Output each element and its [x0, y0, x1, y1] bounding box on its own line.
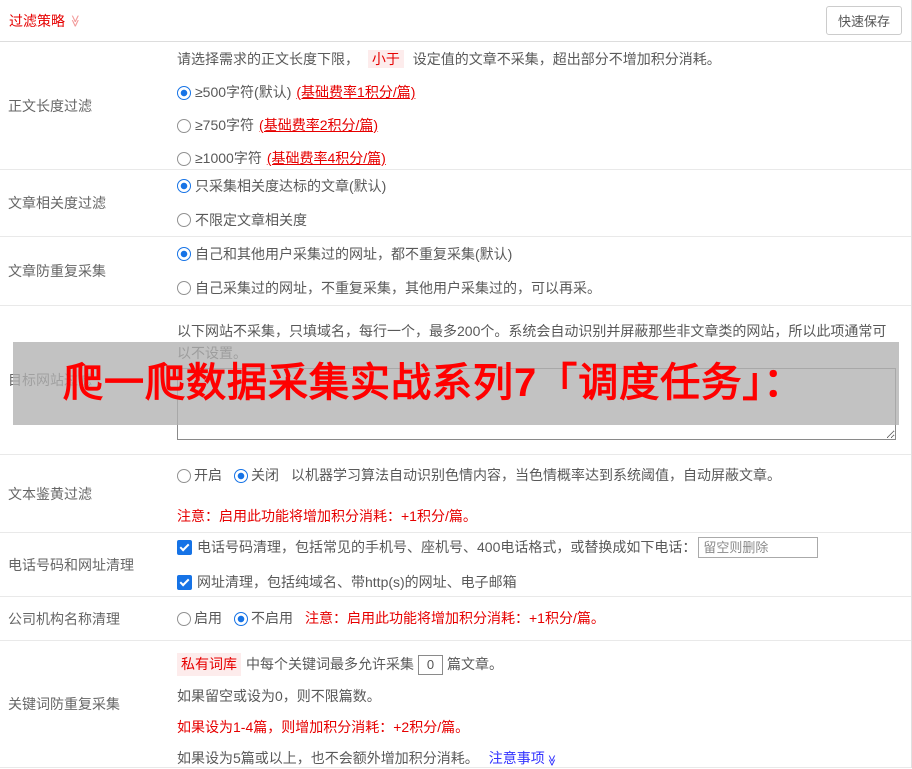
- radio-option-no-limit[interactable]: 不限定文章相关度: [177, 210, 903, 231]
- radio-icon[interactable]: [177, 468, 191, 483]
- radio-checked-icon[interactable]: [234, 468, 248, 483]
- section-label: 关键词防重复采集: [8, 696, 120, 712]
- notice-link[interactable]: 注意事项≫: [489, 748, 557, 769]
- keyword-note-unlimited: 如果留空或设为0，则不限篇数。: [177, 688, 381, 704]
- phone-cleanup-label: 电话号码清理，包括常见的手机号、座机号、400电话格式，或替换成如下电话：: [197, 538, 697, 555]
- section-dedup-content: 自己和其他用户采集过的网址，都不重复采集(默认) 自己采集过的网址，不重复采集，…: [177, 237, 911, 305]
- company-disable-label[interactable]: 不启用: [251, 608, 293, 629]
- keyword-limit-line: 私有词库 中每个关键词最多允许采集 篇文章。: [177, 653, 903, 676]
- section-label: 电话号码和网址清理: [8, 556, 134, 573]
- chevron-down-icon: ≫: [68, 14, 83, 27]
- section-cleanup: 电话号码和网址清理 电话号码清理，包括常见的手机号、座机号、400电话格式，或替…: [0, 533, 911, 597]
- radio-option-relevant-only[interactable]: 只采集相关度达标的文章(默认): [177, 176, 903, 197]
- porn-on-label[interactable]: 开启: [194, 465, 222, 486]
- section-dedup: 文章防重复采集 自己和其他用户采集过的网址，都不重复采集(默认) 自己采集过的网…: [0, 237, 911, 306]
- keyword-note-five-text: 如果设为5篇或以上，也不会额外增加积分消耗。: [177, 750, 479, 766]
- section-body-length: 正文长度过滤 请选择需求的正文长度下限， 小于 设定值的文章不采集，超出部分不增…: [0, 42, 911, 170]
- radio-icon[interactable]: [177, 213, 191, 227]
- checkbox-checked-icon[interactable]: [177, 574, 192, 590]
- radio-icon[interactable]: [177, 281, 191, 295]
- body-length-intro: 请选择需求的正文长度下限， 小于 设定值的文章不采集，超出部分不增加积分消耗。: [177, 48, 903, 70]
- option-label: ≥750字符: [195, 117, 255, 133]
- radio-checked-icon[interactable]: [177, 85, 191, 100]
- keyword-note-cost: 如果设为1-4篇，则增加积分消耗：+2积分/篇。: [177, 719, 470, 735]
- porn-filter-description: 以机器学习算法自动识别色情内容，当色情概率达到系统阈值，自动屏蔽文章。: [291, 467, 781, 483]
- radio-option-750[interactable]: ≥750字符 (基础费率2积分/篇): [177, 115, 903, 136]
- section-target-site: 目标网站过滤 以下网站不采集，只填域名，每行一个，最多200个。系统会自动识别并…: [0, 306, 911, 455]
- url-cleanup-label: 网址清理，包括纯域名、带http(s)的网址、电子邮箱: [197, 573, 517, 590]
- section-company-content: 启用 不启用 注意：启用此功能将增加积分消耗：+1积分/篇。: [177, 597, 911, 640]
- option-label: 只采集相关度达标的文章(默认): [195, 177, 387, 194]
- fee-note: (基础费率4积分/篇): [266, 150, 386, 166]
- keyword-limit-text: 中每个关键词最多允许采集: [246, 656, 414, 672]
- topbar: 过滤策略 ≫ 快速保存: [0, 0, 911, 42]
- porn-off-label[interactable]: 关闭: [251, 465, 279, 486]
- intro-before: 请选择需求的正文长度下限，: [177, 51, 359, 67]
- notice-link-label: 注意事项: [488, 750, 545, 766]
- section-company: 公司机构名称清理 启用 不启用 注意：启用此功能将增加积分消耗：+1积分/篇。: [0, 597, 911, 641]
- chevron-down-icon: ≫: [545, 754, 558, 767]
- page-title[interactable]: 过滤策略 ≫: [9, 11, 82, 31]
- radio-option-500[interactable]: ≥500字符(默认) (基础费率1积分/篇): [177, 82, 903, 103]
- filter-settings-page: 过滤策略 ≫ 快速保存 正文长度过滤 请选择需求的正文长度下限， 小于 设定值的…: [0, 0, 912, 768]
- private-lexicon-link[interactable]: 私有词库: [177, 653, 241, 676]
- section-label: 文章防重复采集: [8, 263, 106, 279]
- section-label: 文章相关度过滤: [8, 195, 106, 211]
- section-body-length-content: 请选择需求的正文长度下限， 小于 设定值的文章不采集，超出部分不增加积分消耗。 …: [177, 42, 911, 169]
- company-enable-label[interactable]: 启用: [194, 608, 222, 629]
- section-label: 正文长度过滤: [8, 97, 92, 114]
- less-than-highlight: 小于: [367, 50, 404, 68]
- keyword-count-input[interactable]: [418, 654, 443, 675]
- radio-checked-icon[interactable]: [177, 247, 191, 261]
- section-label: 文本鉴黄过滤: [8, 485, 92, 502]
- section-cleanup-content: 电话号码清理，包括常见的手机号、座机号、400电话格式，或替换成如下电话： 网址…: [177, 533, 911, 596]
- option-label: 自己采集过的网址，不重复采集，其他用户采集过的，可以再采。: [195, 279, 601, 296]
- porn-filter-note: 注意：启用此功能将增加积分消耗：+1积分/篇。: [177, 508, 477, 524]
- radio-checked-icon[interactable]: [234, 611, 248, 626]
- target-site-description: 以下网站不采集，只填域名，每行一个，最多200个。系统会自动识别并屏蔽那些非文章…: [177, 323, 887, 361]
- url-cleanup-option[interactable]: 网址清理，包括纯域名、带http(s)的网址、电子邮箱: [177, 572, 903, 593]
- radio-checked-icon[interactable]: [177, 179, 191, 193]
- keyword-limit-unit: 篇文章。: [447, 656, 503, 672]
- quick-save-button[interactable]: 快速保存: [825, 6, 902, 35]
- checkbox-checked-icon[interactable]: [177, 539, 192, 555]
- radio-icon[interactable]: [177, 118, 191, 133]
- section-label: 公司机构名称清理: [8, 610, 120, 627]
- blocked-domains-textarea[interactable]: [177, 368, 896, 440]
- section-keyword: 关键词防重复采集 私有词库 中每个关键词最多允许采集 篇文章。 如果留空或设为0…: [0, 641, 911, 768]
- radio-option-global-dedup[interactable]: 自己和其他用户采集过的网址，都不重复采集(默认): [177, 244, 903, 265]
- section-keyword-content: 私有词库 中每个关键词最多允许采集 篇文章。 如果留空或设为0，则不限篇数。 如…: [177, 641, 911, 767]
- replacement-phone-input[interactable]: [698, 536, 819, 558]
- option-label: ≥500字符(默认): [195, 84, 292, 100]
- radio-icon[interactable]: [177, 611, 191, 626]
- option-label: ≥1000字符: [195, 150, 262, 166]
- option-label: 自己和其他用户采集过的网址，都不重复采集(默认): [195, 245, 513, 262]
- radio-option-self-dedup[interactable]: 自己采集过的网址，不重复采集，其他用户采集过的，可以再采。: [177, 278, 903, 299]
- intro-after: 设定值的文章不采集，超出部分不增加积分消耗。: [412, 51, 721, 67]
- fee-note: (基础费率2积分/篇): [259, 117, 379, 133]
- company-note: 注意：启用此功能将增加积分消耗：+1积分/篇。: [305, 610, 605, 626]
- section-porn-filter: 文本鉴黄过滤 开启 关闭 以机器学习算法自动识别色情内容，当色情概率达到系统阈值…: [0, 455, 911, 533]
- page-title-label: 过滤策略: [9, 12, 65, 29]
- section-porn-filter-content: 开启 关闭 以机器学习算法自动识别色情内容，当色情概率达到系统阈值，自动屏蔽文章…: [177, 455, 911, 532]
- fee-note: (基础费率1积分/篇): [296, 84, 416, 100]
- radio-icon[interactable]: [177, 151, 191, 166]
- keyword-note-five: 如果设为5篇或以上，也不会额外增加积分消耗。 注意事项≫: [177, 748, 903, 769]
- section-label: 目标网站过滤: [8, 372, 92, 388]
- section-relevance-content: 只采集相关度达标的文章(默认) 不限定文章相关度: [177, 170, 911, 236]
- section-target-site-content: 以下网站不采集，只填域名，每行一个，最多200个。系统会自动识别并屏蔽那些非文章…: [177, 306, 911, 454]
- option-label: 不限定文章相关度: [195, 211, 307, 228]
- section-relevance: 文章相关度过滤 只采集相关度达标的文章(默认) 不限定文章相关度: [0, 170, 911, 237]
- phone-cleanup-option[interactable]: 电话号码清理，包括常见的手机号、座机号、400电话格式，或替换成如下电话：: [177, 536, 903, 558]
- radio-option-1000[interactable]: ≥1000字符 (基础费率4积分/篇): [177, 148, 903, 169]
